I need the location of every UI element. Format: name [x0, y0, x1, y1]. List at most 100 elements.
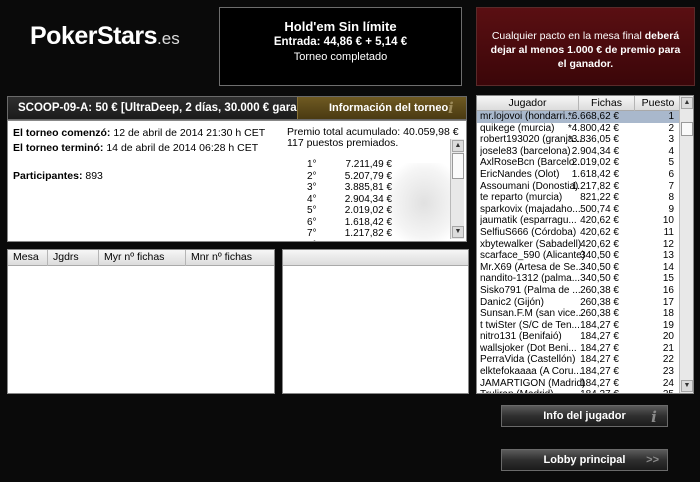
participants-label: Participantes: — [13, 170, 83, 182]
player-row[interactable]: mr.lojovoi (hondarri... *6.668,62 €1 — [477, 111, 681, 123]
player-row[interactable]: Danic2 (Gijón) 260,38 € 17 — [477, 297, 681, 309]
player-row[interactable]: scarface_590 (Alicante) 340,50 € 13 — [477, 250, 681, 262]
col-player[interactable]: Jugador — [477, 96, 579, 111]
player-row[interactable]: nitro131 (Benifaió) 184,27 € 20 — [477, 331, 681, 343]
player-chips: 260,38 € — [580, 296, 619, 308]
col-myr[interactable]: Myr nº fichas — [99, 250, 186, 266]
player-name: Truliran (Madrid) — [480, 389, 585, 393]
player-name: PerraVida (Castellón) — [480, 354, 576, 366]
col-player-label: Jugador — [508, 97, 547, 109]
players-scroll-up-icon[interactable]: ▲ — [681, 97, 693, 109]
prize-position: 7° — [307, 228, 317, 239]
player-chips: 420,62 € — [580, 215, 619, 227]
col-place[interactable]: Puesto — [635, 96, 681, 111]
col-mnr[interactable]: Mnr nº fichas — [186, 250, 276, 266]
players-rows: mr.lojovoi (hondarri... *6.668,62 €1 quike… — [477, 111, 681, 393]
game-title: Hold'em Sin límite — [284, 19, 397, 34]
player-row[interactable]: josele83 (barcelona) 2.904,34 € 4 — [477, 146, 681, 158]
prize-row: 7° 1.217,82 € — [305, 228, 415, 240]
player-row[interactable]: robert193020 (granja... *3.836,05 €3 — [477, 134, 681, 146]
scroll-down-icon[interactable]: ▼ — [452, 226, 464, 238]
player-chips: 1.618,42 € — [571, 168, 619, 180]
player-chips: 420,62 € — [580, 226, 619, 238]
players-scroll-thumb[interactable] — [681, 122, 693, 136]
player-chips: 2.019,02 € — [571, 157, 619, 169]
player-chips: 260,38 € — [580, 308, 619, 320]
player-name: sparkovix (majadaho... — [480, 203, 581, 215]
player-chips: 184,27 € — [580, 366, 619, 378]
scroll-up-icon[interactable]: ▲ — [452, 140, 464, 152]
player-place: 19 — [662, 319, 674, 331]
players-scrollbar[interactable]: ▲ ▼ — [679, 96, 693, 393]
tournament-status: Torneo completado — [293, 51, 388, 63]
player-row[interactable]: wallsjoker (Dot Beni... 184,27 € 21 — [477, 343, 681, 355]
player-row[interactable]: SelfiuS666 (Córdoba) 420,62 € 11 — [477, 227, 681, 239]
prize-position: 4° — [307, 193, 317, 205]
col-jgdrs-label: Jgdrs — [53, 251, 79, 263]
player-name: EricNandes (Olot) — [480, 168, 560, 180]
player-name: nandito-1312 (palma... — [480, 273, 581, 285]
player-row[interactable]: xbytewalker (Sabadell) 420,62 € 12 — [477, 239, 681, 251]
prize-position: 2° — [307, 170, 317, 182]
player-row[interactable]: Truliran (Madrid)184,27 € 25 — [477, 389, 681, 393]
player-row[interactable]: AxlRoseBcn (Barcelo... 2.019,02 € 5 — [477, 157, 681, 169]
logo-tld: .es — [157, 29, 180, 48]
player-row[interactable]: JAMARTIGON (Madrid) 184,27 € 24 — [477, 378, 681, 390]
player-row[interactable]: PerraVida (Castellón) 184,27 € 22 — [477, 354, 681, 366]
prize-row: 5° 2.019,02 € — [305, 205, 415, 217]
main-lobby-button[interactable]: Lobby principal >> — [501, 449, 668, 471]
player-info-button[interactable]: Info del jugador i — [501, 405, 668, 427]
end-value: 14 de abril de 2014 06:28 h CET — [106, 142, 259, 154]
player-name: Mr.X69 (Artesa de Se... — [480, 261, 584, 273]
tournament-info-label: Información del torneo — [329, 102, 449, 114]
player-chips: *3.836,05 € — [567, 134, 619, 146]
player-chips: 340,50 € — [580, 273, 619, 285]
player-row[interactable]: EricNandes (Olot) 1.618,42 € 6 — [477, 169, 681, 181]
prize-row: 1° 7.211,49 € — [305, 159, 415, 171]
player-place: 5 — [668, 157, 674, 169]
players-header: Jugador Fichas Puesto — [477, 96, 681, 111]
player-name: josele83 (barcelona) — [480, 145, 571, 157]
player-chips: 500,74 € — [580, 203, 619, 215]
end-line: El torneo terminó: 14 de abril de 2014 0… — [13, 142, 258, 154]
player-place: 11 — [663, 226, 674, 238]
player-row[interactable]: quikege (murcia) *4.800,42 €2 — [477, 123, 681, 135]
scroll-thumb[interactable] — [452, 153, 464, 179]
prize-scrollbar[interactable]: ▲ ▼ — [450, 139, 464, 239]
entry-fee: Entrada: 44,86 € + 5,14 € — [273, 36, 408, 48]
player-row[interactable]: Assoumani (Donostia) 1.217,82 € 7 — [477, 181, 681, 193]
player-name: Sunsan.F.M (san vice... — [480, 308, 584, 320]
player-chips: 2.904,34 € — [571, 145, 619, 157]
prize-list: 1° 7.211,49 € 2° 5.207,79 € 3° 3.885,81 € 4° 2.… — [305, 159, 415, 242]
player-place: 23 — [662, 366, 674, 378]
player-place: 17 — [662, 296, 674, 308]
player-chips: 184,27 € — [580, 377, 619, 389]
player-row[interactable]: Sunsan.F.M (san vice... 260,38 € 18 — [477, 308, 681, 320]
players-scroll-down-icon[interactable]: ▼ — [681, 380, 693, 392]
player-row[interactable]: Mr.X69 (Artesa de Se... 340,50 € 14 — [477, 262, 681, 274]
notice-text: Cualquier pacto en la mesa final — [491, 30, 645, 42]
prize-position: 8° — [307, 240, 317, 242]
col-mesa[interactable]: Mesa — [8, 250, 48, 266]
player-place: 12 — [662, 238, 674, 250]
tournament-details-panel: El torneo comenzó: 12 de abril de 2014 2… — [7, 120, 467, 242]
player-row[interactable]: Sisko791 (Palma de ... 260,38 € 16 — [477, 285, 681, 297]
player-row[interactable]: nandito-1312 (palma... 340,50 € 15 — [477, 273, 681, 285]
player-row[interactable]: te reparto (murcia) 821,22 € 8 — [477, 192, 681, 204]
player-name: nitro131 (Benifaió) — [480, 331, 562, 343]
col-chips[interactable]: Fichas — [579, 96, 635, 111]
player-chips: *6.668,62 € — [567, 111, 619, 122]
tournament-info-button[interactable]: Información del torneo i — [297, 97, 466, 119]
player-row[interactable]: t twiSter (S/C de Ten... 184,27 € 19 — [477, 320, 681, 332]
player-row[interactable]: sparkovix (majadaho... 500,74 € 9 — [477, 204, 681, 216]
participants-line: Participantes: 893 — [13, 170, 103, 182]
col-jgdrs[interactable]: Jgdrs — [48, 250, 99, 266]
col-place-label: Puesto — [641, 97, 675, 109]
col-mnr-label: Mnr nº fichas — [191, 251, 253, 263]
main-lobby-label: Lobby principal — [543, 454, 626, 466]
player-chips: 821,22 € — [580, 192, 619, 204]
player-row[interactable]: elktefokaaaa (A Coru... 184,27 € 23 — [477, 366, 681, 378]
prize-row: 2° 5.207,79 € — [305, 171, 415, 183]
player-row[interactable]: jaumatik (esparragu... 420,62 € 10 — [477, 215, 681, 227]
col-mesa-label: Mesa — [13, 251, 39, 263]
